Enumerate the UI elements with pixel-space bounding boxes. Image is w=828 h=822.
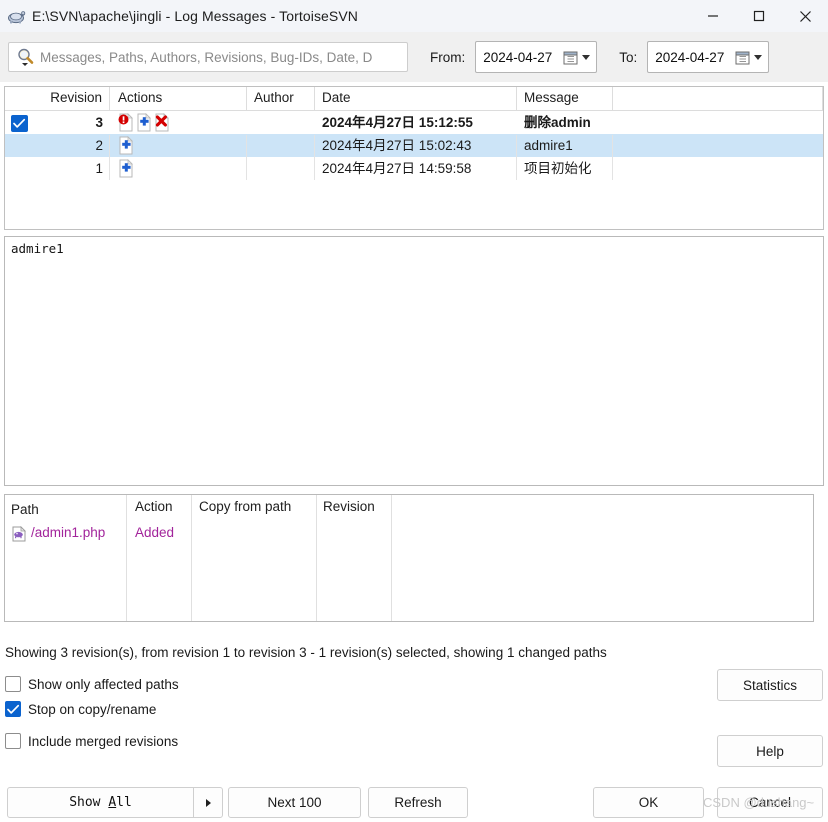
- status-text: Showing 3 revision(s), from revision 1 t…: [5, 645, 607, 660]
- from-label: From:: [430, 49, 466, 65]
- help-button[interactable]: Help: [717, 735, 823, 767]
- changed-paths-table[interactable]: Path Action Copy from path Revision /adm…: [4, 494, 814, 622]
- checkbox-show-only-affected-paths[interactable]: Show only affected paths: [5, 676, 179, 692]
- checkbox-stop-on-copy-rename[interactable]: Stop on copy/rename: [5, 701, 156, 717]
- from-date-field[interactable]: 2024-04-27: [475, 41, 598, 73]
- row-revision: 2: [95, 138, 103, 153]
- from-date-value[interactable]: 2024-04-27: [483, 50, 563, 65]
- checkbox-label: Include merged revisions: [28, 733, 179, 749]
- chevron-down-icon[interactable]: [580, 51, 592, 63]
- refresh-button[interactable]: Refresh: [368, 787, 468, 818]
- show-all-label: Show All: [8, 795, 193, 810]
- added-icon: [136, 113, 153, 132]
- close-button[interactable]: [782, 0, 828, 32]
- column-header-actions[interactable]: Actions: [110, 87, 247, 110]
- row-checkbox[interactable]: [11, 115, 28, 132]
- row-author: [247, 134, 315, 157]
- column-header-author[interactable]: Author: [247, 87, 315, 110]
- deleted-icon: [154, 113, 171, 132]
- column-header-revision[interactable]: Revision: [5, 87, 110, 110]
- table-row[interactable]: 3 2024年4月27日 15:12:55 删除admin: [5, 111, 823, 134]
- column-header-path[interactable]: Path: [5, 495, 127, 520]
- php-file-icon: [11, 525, 27, 541]
- tortoisesvn-icon: [6, 6, 26, 26]
- row-message: 项目初始化: [524, 161, 592, 176]
- next-100-button[interactable]: Next 100: [228, 787, 361, 818]
- minimize-button[interactable]: [690, 0, 736, 32]
- show-all-button[interactable]: Show All: [7, 787, 223, 818]
- log-list-body: 3 2024年4月27日 15:12:55 删除admin 2 2024年4月2…: [5, 111, 823, 180]
- row-author: [247, 157, 315, 180]
- window-controls: [690, 0, 828, 32]
- row-date: 2024年4月27日 15:12:55: [322, 115, 473, 130]
- cancel-button[interactable]: Cancel: [717, 787, 823, 818]
- modified-icon: [118, 113, 135, 132]
- revision-log-list[interactable]: Revision Actions Author Date Message 3 2…: [4, 86, 824, 230]
- path-copy-from: [191, 520, 315, 545]
- checkbox-include-merged-revisions[interactable]: Include merged revisions: [5, 733, 178, 749]
- ok-button[interactable]: OK: [593, 787, 704, 818]
- column-header-copy-from-path[interactable]: Copy from path: [191, 495, 315, 520]
- to-date-field[interactable]: 2024-04-27: [647, 41, 770, 73]
- column-header-date[interactable]: Date: [315, 87, 517, 110]
- added-icon: [118, 159, 135, 178]
- search-input[interactable]: Messages, Paths, Authors, Revisions, Bug…: [40, 50, 372, 65]
- table-row[interactable]: 1 2024年4月27日 14:59:58 项目初始化: [5, 157, 823, 180]
- to-label: To:: [619, 49, 638, 65]
- search-box[interactable]: Messages, Paths, Authors, Revisions, Bug…: [8, 42, 408, 72]
- log-list-header: Revision Actions Author Date Message: [5, 87, 823, 111]
- row-message: 删除admin: [524, 115, 591, 130]
- row-actions: [110, 111, 247, 134]
- row-message: admire1: [524, 138, 573, 153]
- row-author: [247, 111, 315, 134]
- row-date: 2024年4月27日 15:02:43: [322, 138, 472, 153]
- checkbox-box[interactable]: [5, 701, 21, 717]
- show-all-accelerator: A: [108, 795, 117, 810]
- path-revision: [315, 520, 389, 545]
- show-all-dropdown-arrow[interactable]: [193, 788, 222, 817]
- checkbox-label: Show only affected paths: [28, 676, 179, 692]
- row-actions: [110, 157, 247, 180]
- added-icon: [118, 136, 135, 155]
- row-date: 2024年4月27日 14:59:58: [322, 161, 472, 176]
- column-header-paths-filler: [389, 495, 813, 520]
- checkbox-box[interactable]: [5, 676, 21, 692]
- show-all-suffix: ll: [116, 795, 132, 810]
- statistics-button[interactable]: Statistics: [717, 669, 823, 701]
- column-header-filler: [613, 87, 823, 110]
- chevron-down-icon[interactable]: [752, 51, 764, 63]
- commit-message-pane[interactable]: admire1: [4, 236, 824, 486]
- title-bar: E:\SVN\apache\jingli - Log Messages - To…: [0, 0, 828, 32]
- show-all-prefix: Show: [69, 795, 109, 810]
- search-icon[interactable]: [15, 46, 37, 68]
- row-actions: [110, 134, 247, 157]
- table-row[interactable]: 2 2024年4月27日 15:02:43 admire1: [5, 115, 823, 157]
- column-header-message[interactable]: Message: [517, 87, 613, 110]
- calendar-icon[interactable]: [563, 50, 578, 65]
- maximize-button[interactable]: [736, 0, 782, 32]
- calendar-icon[interactable]: [735, 50, 750, 65]
- window-title: E:\SVN\apache\jingli - Log Messages - To…: [32, 8, 359, 24]
- column-header-action[interactable]: Action: [127, 495, 191, 520]
- path-cell: /admin1.php: [5, 520, 127, 545]
- column-header-path-revision[interactable]: Revision: [315, 495, 389, 520]
- row-revision: 1: [95, 161, 103, 176]
- filter-toolbar: Messages, Paths, Authors, Revisions, Bug…: [0, 32, 828, 82]
- checkbox-label: Stop on copy/rename: [28, 701, 157, 717]
- path-action: Added: [135, 525, 175, 540]
- path-text: /admin1.php: [31, 525, 106, 540]
- checkbox-box[interactable]: [5, 733, 21, 749]
- to-date-value[interactable]: 2024-04-27: [655, 50, 735, 65]
